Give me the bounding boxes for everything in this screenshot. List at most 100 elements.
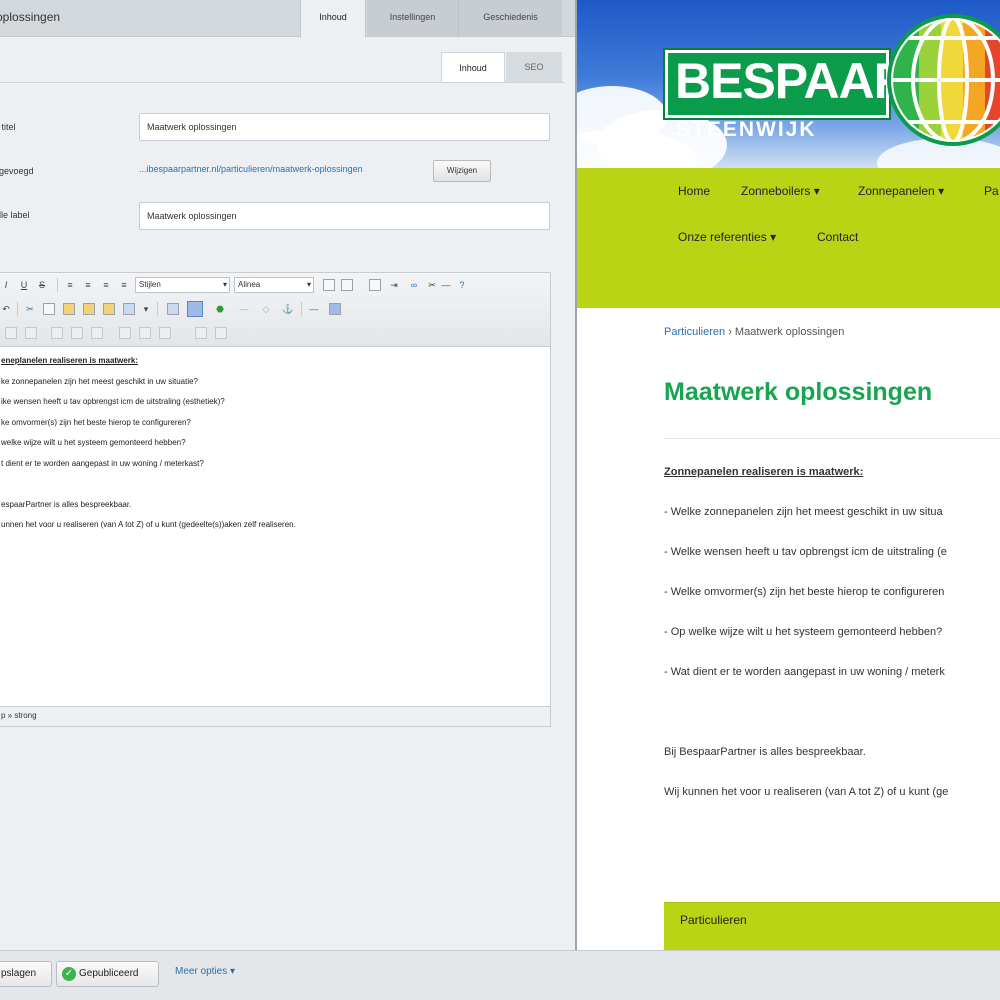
find-icon[interactable]	[123, 303, 135, 315]
chevron-down-icon: ▾	[938, 184, 945, 198]
hr-insert-icon[interactable]: —	[307, 302, 321, 316]
heading-divider	[664, 438, 1000, 439]
paste-text-icon[interactable]	[83, 303, 95, 315]
italic-icon[interactable]: I	[0, 278, 13, 292]
breadcrumb: Particulieren › Maatwerk oplossingen	[664, 326, 844, 338]
sidebar-title: Particulieren	[680, 913, 747, 927]
block-format-select[interactable]: Alinea	[234, 277, 314, 293]
site-header: BESPAAR STEENWIJK	[577, 0, 1000, 168]
fullscreen-icon[interactable]	[329, 303, 341, 315]
save-button[interactable]: pslagen	[0, 961, 52, 987]
align-justify-icon[interactable]: ≡	[117, 278, 131, 292]
chevron-down-icon: ▾	[770, 230, 777, 244]
editor-content[interactable]: eneplanelen realiseren is maatwerk: ke z…	[0, 349, 550, 538]
content-paragraph: - Wat dient er te worden aangepast in uw…	[664, 666, 945, 678]
rich-text-editor[interactable]: I U S ≡ ≡ ≡ ≡ Stijlen Alinea ⇥ ∞ ✂ — ?	[0, 272, 551, 727]
image-icon[interactable]	[167, 303, 179, 315]
content-intro: Zonnepanelen realiseren is maatwerk:	[664, 466, 864, 478]
sidebar-widget: Particulieren	[664, 902, 1000, 950]
strikethrough-icon[interactable]: S	[35, 278, 49, 292]
editor-toolbar: I U S ≡ ≡ ≡ ≡ Stijlen Alinea ⇥ ∞ ✂ — ?	[0, 273, 550, 347]
nav-contact[interactable]: Contact	[817, 230, 858, 244]
anchor-icon[interactable]: ⬣	[213, 302, 227, 316]
nav-home[interactable]: Home	[678, 184, 710, 198]
chevron-down-icon: ▾	[230, 966, 236, 977]
style-select[interactable]: Stijlen	[135, 277, 230, 293]
insert-col-after-icon[interactable]	[139, 327, 151, 339]
breadcrumb-separator: ›	[725, 326, 735, 338]
insert-row-before-icon[interactable]	[51, 327, 63, 339]
bullet-list-icon[interactable]	[323, 279, 335, 291]
split-cells-icon[interactable]	[195, 327, 207, 339]
tab-instellingen[interactable]: Instellingen	[367, 0, 459, 37]
table-props-icon[interactable]	[5, 327, 17, 339]
insert-col-before-icon[interactable]	[119, 327, 131, 339]
table-icon[interactable]: —	[237, 302, 251, 316]
unlink-icon[interactable]: ✂	[425, 278, 439, 292]
url-label: egevoegd	[0, 166, 34, 176]
editor-line: t dient er te worden aangepast in uw won…	[1, 458, 204, 468]
delete-row-icon[interactable]	[91, 327, 103, 339]
special-char-icon[interactable]: ◇	[259, 302, 273, 316]
row-props-icon[interactable]	[25, 327, 37, 339]
link-icon[interactable]: ∞	[407, 278, 421, 292]
url-link[interactable]: ...ibespaarpartner.nl/particulieren/maat…	[139, 164, 363, 174]
nav-zonnepanelen-label: Zonnepanelen	[858, 184, 935, 198]
underline-icon[interactable]: U	[17, 278, 31, 292]
delete-col-icon[interactable]	[159, 327, 171, 339]
cut-icon[interactable]: ✂	[23, 302, 37, 316]
globe-logo-icon	[887, 14, 1000, 146]
breadcrumb-link[interactable]: Particulieren	[664, 326, 725, 338]
dropdown-arrow-icon[interactable]: ▾	[139, 302, 153, 316]
tab-geschiedenis[interactable]: Geschiedenis	[459, 0, 562, 37]
toolbar-separator	[157, 302, 158, 316]
content-paragraph: - Welke omvormer(s) zijn het beste hiero…	[664, 586, 945, 598]
tab-inhoud[interactable]: Inhoud	[300, 0, 366, 38]
published-status-button[interactable]: ✓ Gepubliceerd	[56, 961, 159, 987]
media-icon[interactable]	[187, 301, 203, 317]
chevron-down-icon: ▾	[813, 184, 820, 198]
copy-icon[interactable]	[43, 303, 55, 315]
nav-referenties-label: Onze referenties	[678, 230, 767, 244]
nav-zonnepanelen[interactable]: Zonnepanelen ▾	[858, 184, 944, 198]
help-icon[interactable]: ?	[455, 278, 469, 292]
paste-icon[interactable]	[63, 303, 75, 315]
more-options-link[interactable]: Meer opties ▾	[175, 966, 235, 977]
nav-zonneboilers-label: Zonneboilers	[741, 184, 811, 198]
change-url-button[interactable]: Wijzigen	[433, 160, 491, 182]
merge-cells-icon[interactable]	[215, 327, 227, 339]
document-title: oplossingen	[0, 10, 61, 24]
content-paragraph: - Welke zonnepanelen zijn het meest gesc…	[664, 506, 943, 518]
logo-subtitle: STEENWIJK	[676, 118, 817, 141]
editor-path-status: p » strong	[0, 706, 550, 726]
subtab-seo[interactable]: SEO	[506, 52, 562, 82]
align-left-icon[interactable]: ≡	[63, 278, 77, 292]
anchor-link-icon[interactable]: ⚓	[281, 302, 295, 316]
undo-icon[interactable]: ↶	[0, 302, 13, 316]
editor-line: unnen het voor u realiseren (van A tot Z…	[1, 520, 296, 529]
numbered-list-icon[interactable]	[341, 279, 353, 291]
editor-line: welke wijze wilt u het systeem gemonteer…	[1, 438, 186, 447]
menu-label-input[interactable]: Maatwerk oplossingen	[139, 202, 550, 230]
nav-particulieren[interactable]: Pa	[984, 184, 999, 198]
breadcrumb-current: Maatwerk oplossingen	[734, 326, 845, 338]
title-input[interactable]: Maatwerk oplossingen	[139, 113, 550, 141]
subtab-inhoud[interactable]: Inhoud	[441, 52, 505, 82]
menu-label: elle label	[0, 210, 30, 220]
paste-word-icon[interactable]	[103, 303, 115, 315]
toolbar-separator	[57, 278, 58, 292]
outdent-icon[interactable]	[369, 279, 381, 291]
indent-icon[interactable]: ⇥	[387, 278, 401, 292]
nav-onze-referenties[interactable]: Onze referenties ▾	[678, 230, 776, 244]
cms-panel: oplossingen Inhoud Instellingen Geschied…	[0, 0, 575, 950]
horizontal-rule-icon[interactable]: —	[439, 278, 453, 292]
align-right-icon[interactable]: ≡	[99, 278, 113, 292]
align-center-icon[interactable]: ≡	[81, 278, 95, 292]
editor-line: espaarPartner is alles bespreekbaar.	[1, 499, 132, 509]
toolbar-separator	[17, 302, 18, 316]
title-label: e titel	[0, 122, 16, 132]
editor-line: ke omvormer(s) zijn het beste hierop te …	[1, 417, 191, 427]
insert-row-after-icon[interactable]	[71, 327, 83, 339]
more-options-label: Meer opties	[175, 966, 228, 977]
nav-zonneboilers[interactable]: Zonneboilers ▾	[741, 184, 820, 198]
